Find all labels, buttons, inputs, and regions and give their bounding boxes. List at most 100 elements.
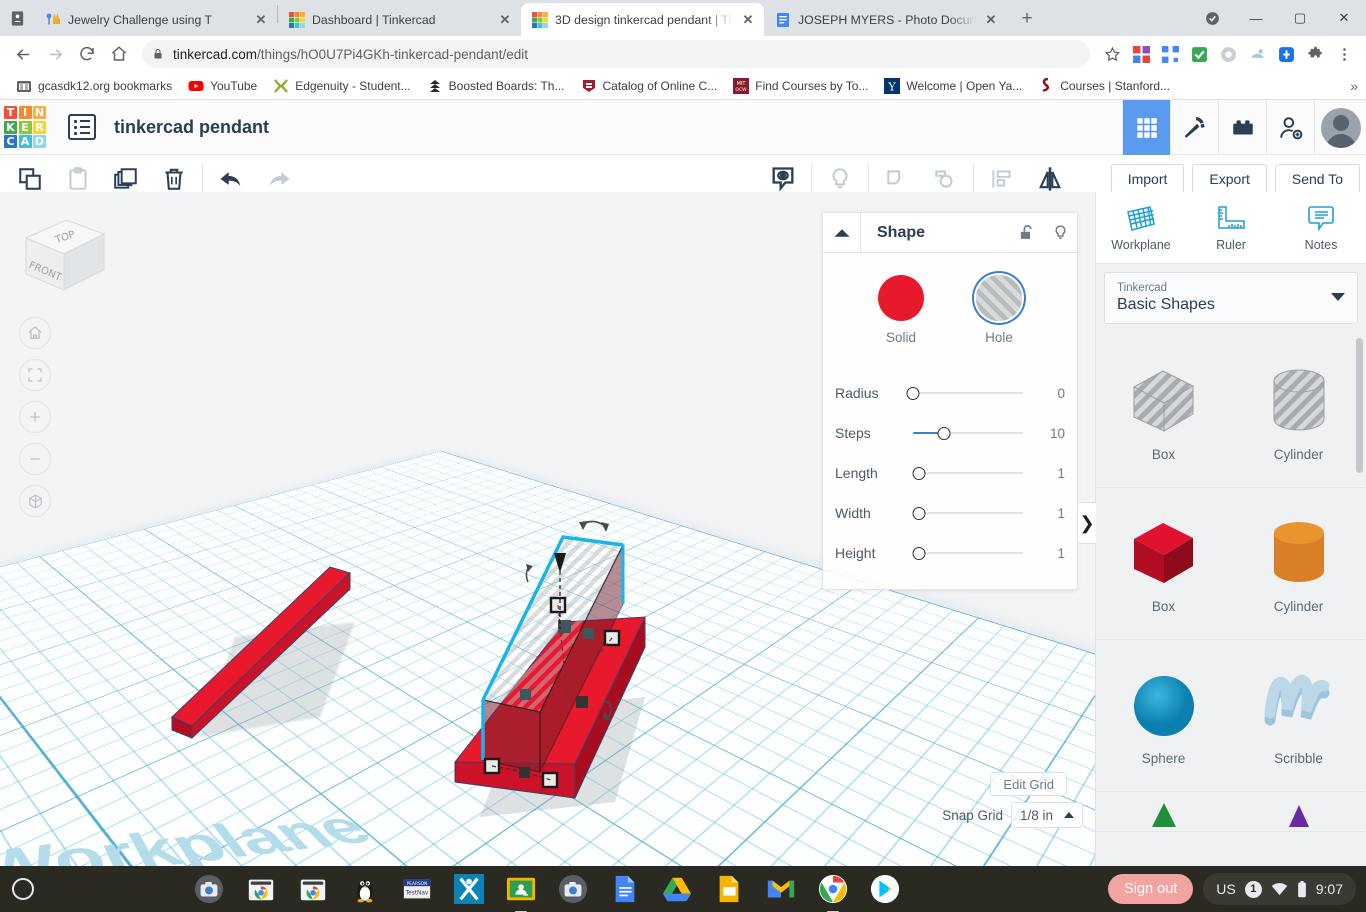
unlocked-padlock-icon[interactable]: [1009, 223, 1043, 242]
system-tray[interactable]: US 1 9:07: [1203, 873, 1356, 905]
3d-viewport[interactable]: Workplane TOP FRONT Edit Grid Snap Grid …: [0, 192, 1095, 866]
gmail-app[interactable]: [766, 874, 796, 904]
qr-code-icon[interactable]: [1156, 40, 1184, 68]
shape-item-scribble[interactable]: Scribble: [1231, 640, 1366, 792]
shape-list[interactable]: Box Cylinder Box Cylinder Sphere Scribbl…: [1096, 332, 1366, 866]
xello-app[interactable]: [454, 874, 485, 904]
slider-knob[interactable]: [912, 506, 925, 520]
window-extension-icon[interactable]: [1190, 0, 1234, 36]
shape-item-cylinder-hole[interactable]: Cylinder: [1231, 336, 1366, 488]
zoom-out-button[interactable]: [19, 443, 51, 475]
notes-tool[interactable]: Notes: [1276, 192, 1366, 263]
ruler-tool[interactable]: Ruler: [1186, 192, 1276, 263]
camera-app-2[interactable]: [558, 874, 588, 904]
shape-list-scrollbar[interactable]: [1356, 338, 1363, 473]
tab-close-button[interactable]: ✕: [740, 12, 756, 28]
linux-app[interactable]: [350, 874, 380, 904]
extension-icon-4[interactable]: [1243, 40, 1271, 68]
inspector-collapse-button[interactable]: [823, 213, 861, 252]
classroom-app[interactable]: [506, 874, 536, 912]
extension-icon-3[interactable]: [1214, 40, 1242, 68]
shape-library-select[interactable]: Tinkercad Basic Shapes: [1104, 272, 1358, 324]
window-minimize-button[interactable]: —: [1234, 0, 1278, 36]
slider-value[interactable]: 10: [1029, 426, 1065, 441]
bookmark-item-4[interactable]: Catalog of Online C...: [573, 75, 726, 97]
slider-value[interactable]: 1: [1029, 546, 1065, 561]
zoom-in-button[interactable]: [19, 401, 51, 433]
designs-list-icon[interactable]: [68, 114, 96, 140]
home-button[interactable]: [104, 39, 134, 69]
slider-track[interactable]: [912, 463, 1023, 483]
tab-close-button[interactable]: ✕: [253, 12, 269, 28]
slider-track[interactable]: [906, 383, 1023, 403]
tinkercad-logo-icon[interactable]: T I N K E R C A D: [2, 104, 48, 150]
bookmark-item-0[interactable]: gcasdk12.org bookmarks: [8, 75, 180, 97]
shape-item-box-solid[interactable]: Box: [1096, 488, 1231, 640]
address-bar[interactable]: tinkercad.com/things/hO0U7Pi4GKh-tinkerc…: [142, 40, 1090, 68]
extension-icon-2[interactable]: [1185, 40, 1213, 68]
bookmark-item-6[interactable]: Y Welcome | Open Ya...: [876, 75, 1030, 97]
slider-value[interactable]: 1: [1029, 506, 1065, 521]
google-slides-app[interactable]: [714, 874, 744, 904]
testnav-app[interactable]: PEARSON TestNav: [402, 874, 432, 904]
slider-track[interactable]: [912, 503, 1023, 523]
chrome-web-store-app-2[interactable]: [298, 874, 328, 904]
solid-swatch[interactable]: [878, 275, 924, 321]
slider-track[interactable]: [912, 543, 1023, 563]
edit-grid-button[interactable]: Edit Grid: [990, 772, 1067, 796]
bookmarks-overflow-button[interactable]: »: [1350, 78, 1358, 94]
shape-item-next-row-partial[interactable]: [1096, 792, 1231, 832]
tab-close-button[interactable]: ✕: [497, 12, 513, 28]
panel-collapse-toggle[interactable]: ❯: [1077, 502, 1096, 544]
slider-knob[interactable]: [906, 386, 920, 400]
avatar[interactable]: [1314, 100, 1366, 155]
browser-tab-3[interactable]: JOSEPH MYERS - Photo Docume ✕: [764, 3, 1007, 36]
bookmark-item-1[interactable]: YouTube: [180, 75, 265, 97]
browser-tab-1[interactable]: Dashboard | Tinkercad ✕: [278, 3, 521, 36]
camera-app[interactable]: [194, 874, 224, 904]
import-button[interactable]: Import: [1110, 164, 1185, 194]
tab-close-button[interactable]: ✕: [983, 12, 999, 28]
window-maximize-button[interactable]: ▢: [1278, 0, 1322, 36]
shape-item-box-hole[interactable]: Box: [1096, 336, 1231, 488]
new-tab-button[interactable]: +: [1013, 5, 1041, 33]
perspective-toggle-button[interactable]: [19, 485, 51, 517]
bookmark-item-3[interactable]: Boosted Boards: Th...: [419, 75, 573, 97]
grid-view-button[interactable]: [1122, 100, 1170, 155]
minecraft-button[interactable]: [1170, 100, 1218, 155]
slider-value[interactable]: 1: [1029, 466, 1065, 481]
google-drive-app[interactable]: [662, 874, 692, 904]
bookmark-item-2[interactable]: Edgenuity - Student...: [265, 75, 418, 97]
chrome-menu-button[interactable]: [1330, 40, 1358, 68]
export-button[interactable]: Export: [1192, 164, 1267, 194]
snap-grid-select[interactable]: 1/8 in: [1011, 802, 1083, 828]
tab-search-icon[interactable]: [0, 0, 34, 36]
browser-tab-0[interactable]: Jewelry Challenge using T ✕: [34, 3, 277, 36]
window-close-button[interactable]: ✕: [1322, 0, 1366, 36]
shape-item-cylinder-solid[interactable]: Cylinder: [1231, 488, 1366, 640]
play-store-app[interactable]: [870, 874, 900, 904]
browser-tab-2[interactable]: 3D design tinkercad pendant | Ti ✕: [521, 3, 764, 36]
extensions-puzzle-icon[interactable]: [1301, 40, 1329, 68]
google-docs-app[interactable]: [610, 874, 640, 904]
bookmark-item-5[interactable]: MIT OCW Find Courses by To...: [725, 75, 876, 97]
chrome-web-store-app[interactable]: [246, 874, 276, 904]
workplane-tool[interactable]: Workplane: [1096, 192, 1186, 263]
send-to-button[interactable]: Send To: [1274, 164, 1360, 194]
hole-option[interactable]: Hole: [976, 275, 1022, 345]
home-view-button[interactable]: [19, 317, 51, 349]
extension-icon-1[interactable]: [1127, 40, 1155, 68]
slider-value[interactable]: 0: [1029, 386, 1065, 401]
back-button[interactable]: [8, 39, 38, 69]
blocks-button[interactable]: [1218, 100, 1266, 155]
shape-item-sphere[interactable]: Sphere: [1096, 640, 1231, 792]
forward-button[interactable]: [40, 39, 70, 69]
view-cube[interactable]: TOP FRONT: [14, 212, 110, 298]
solid-option[interactable]: Solid: [878, 275, 924, 345]
invite-button[interactable]: [1266, 100, 1314, 155]
slider-knob[interactable]: [912, 546, 925, 560]
shape-item-next-row-partial-2[interactable]: [1231, 792, 1366, 832]
hole-swatch[interactable]: [976, 275, 1022, 321]
bookmark-star-icon[interactable]: [1098, 40, 1126, 68]
chrome-app[interactable]: [818, 874, 848, 912]
